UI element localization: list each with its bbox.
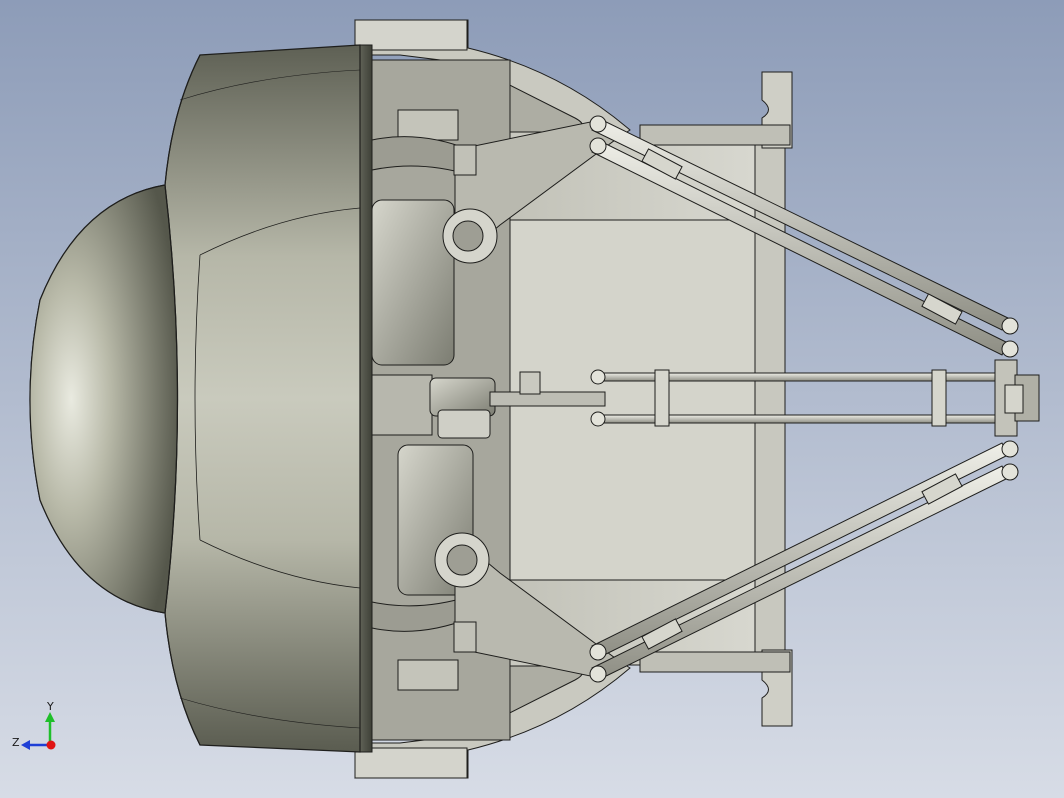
y-axis-label: Y (46, 700, 54, 713)
z-axis-label: Z (12, 736, 20, 749)
model-view[interactable]: Y Z (0, 0, 1064, 798)
cad-viewport[interactable]: Y Z (0, 0, 1064, 798)
x-axis-dot (46, 740, 56, 750)
